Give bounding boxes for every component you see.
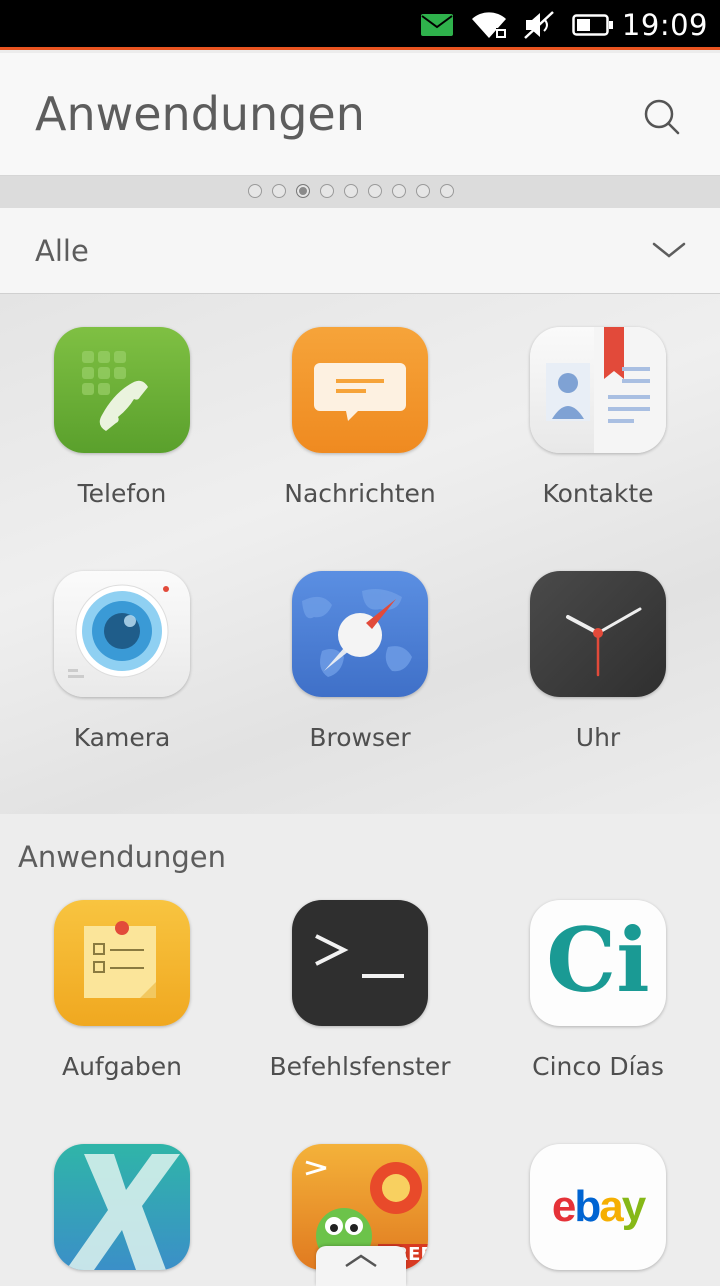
app-cinco-dias[interactable]: Ci Cinco Días	[498, 900, 698, 1081]
message-icon	[420, 0, 454, 50]
contacts-icon	[530, 327, 666, 453]
battery-icon	[572, 0, 614, 50]
page-dot[interactable]	[248, 184, 262, 198]
phone-icon	[54, 327, 190, 453]
search-icon[interactable]	[642, 97, 682, 137]
app-label: Kontakte	[542, 479, 654, 508]
app-label: Aufgaben	[61, 1052, 183, 1081]
x-app-icon	[54, 1144, 190, 1270]
app-uhr[interactable]: Uhr	[498, 571, 698, 752]
app-telefon[interactable]: Telefon	[22, 327, 222, 508]
app-label: Cinco Días	[532, 1052, 664, 1081]
page-indicator	[0, 176, 720, 208]
app-label: Browser	[309, 723, 411, 752]
messages-icon	[292, 327, 428, 453]
filter-value: Alle	[35, 234, 89, 268]
favorites-grid: Telefon Nachrichten Kontakte Kamera Brow…	[0, 294, 720, 814]
page-dot[interactable]	[368, 184, 382, 198]
app-kamera[interactable]: Kamera	[22, 571, 222, 752]
terminal-icon	[292, 900, 428, 1026]
chevron-down-icon[interactable]	[652, 241, 686, 261]
page-dot[interactable]	[416, 184, 430, 198]
app-kontakte[interactable]: Kontakte	[498, 327, 698, 508]
app-ebay[interactable]: ebay	[498, 1144, 698, 1270]
app-label: Kamera	[73, 723, 171, 752]
status-bar: 19:09	[0, 0, 720, 50]
app-label: Befehlsfenster	[269, 1052, 451, 1081]
page-dot[interactable]	[440, 184, 454, 198]
app-label: Uhr	[575, 723, 621, 752]
header: Anwendungen	[0, 53, 720, 176]
wifi-icon	[470, 0, 508, 50]
section-title: Anwendungen	[18, 840, 226, 874]
apps-section: Anwendungen Aufgaben Befehlsfenster Ci C…	[0, 814, 720, 1280]
page-title: Anwendungen	[35, 87, 365, 141]
browser-icon	[292, 571, 428, 697]
app-nachrichten[interactable]: Nachrichten	[260, 327, 460, 508]
app-x[interactable]	[22, 1144, 222, 1270]
page-dot[interactable]	[392, 184, 406, 198]
page-dot[interactable]	[296, 184, 310, 198]
page-dot[interactable]	[344, 184, 358, 198]
clock-icon	[530, 571, 666, 697]
page-dot[interactable]	[272, 184, 286, 198]
page-dot[interactable]	[320, 184, 334, 198]
app-label: Nachrichten	[284, 479, 436, 508]
app-browser[interactable]: Browser	[260, 571, 460, 752]
app-befehlsfenster[interactable]: Befehlsfenster	[260, 900, 460, 1081]
ebay-logo: ebay	[551, 1182, 646, 1231]
tasks-icon	[54, 900, 190, 1026]
app-label: Telefon	[77, 479, 167, 508]
bottom-edge-handle[interactable]	[316, 1246, 406, 1286]
app-aufgaben[interactable]: Aufgaben	[22, 900, 222, 1081]
chevron-up-icon	[345, 1254, 377, 1268]
ebay-icon: ebay	[530, 1144, 666, 1270]
cinco-dias-logo: Ci	[546, 908, 650, 1012]
muted-speaker-icon	[522, 0, 556, 50]
category-filter[interactable]: Alle	[0, 208, 720, 294]
camera-icon	[54, 571, 190, 697]
clock-time: 19:09	[621, 8, 708, 42]
cinco-dias-icon: Ci	[530, 900, 666, 1026]
